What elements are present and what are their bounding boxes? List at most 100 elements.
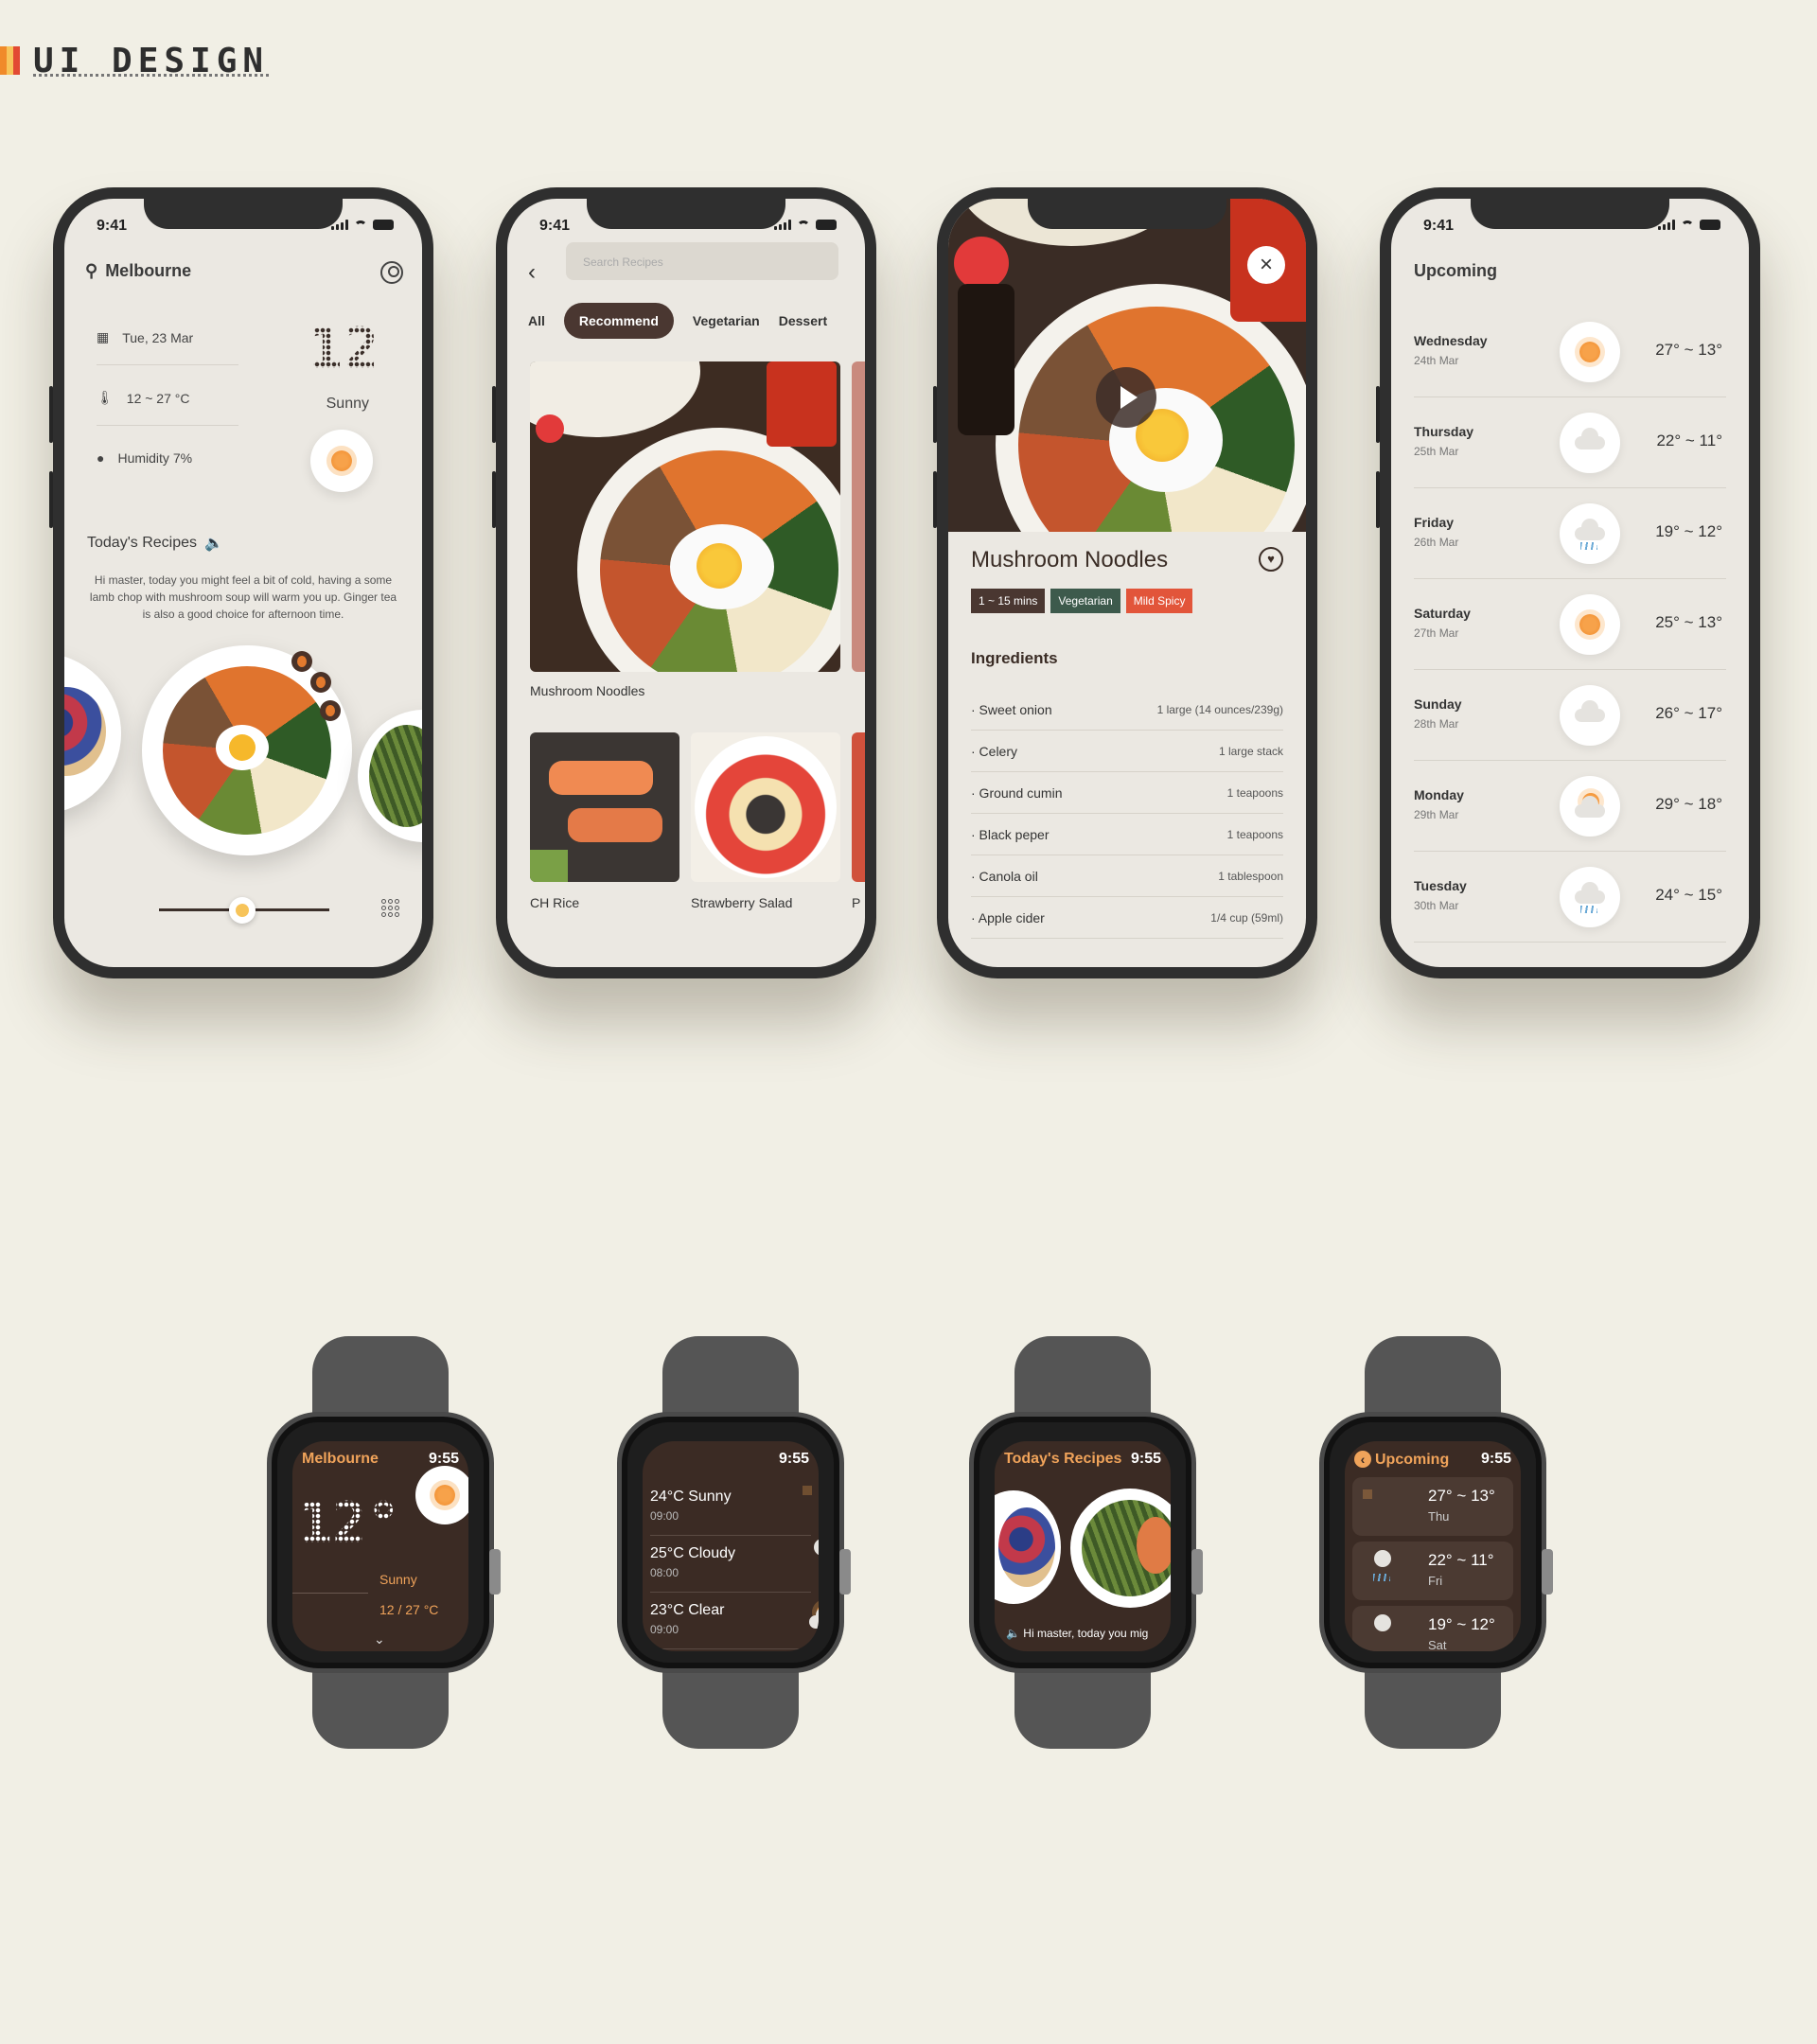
asparagus-plate-image[interactable]: [1070, 1489, 1171, 1608]
watch-forecast-row[interactable]: 27° ~ 13° Thu: [1352, 1477, 1513, 1536]
hourly-row[interactable]: 25°C Cloudy 08:00: [650, 1536, 811, 1593]
upcoming-screen: 9:41 Upcoming Wednesday 24th Mar 27° ~ 13°…: [1391, 199, 1749, 967]
forecast-row[interactable]: Wednesday 24th Mar 27° ~ 13°: [1414, 307, 1726, 397]
phone-home: 9:41 ⚲ Melbourne ▦ Tue, 23 Mar 🌡 12 ~ 27…: [49, 187, 433, 978]
ingredient-row: · Apple cider 1/4 cup (59ml): [971, 897, 1283, 939]
featured-recipe-image[interactable]: [530, 361, 840, 672]
hourly-row[interactable]: 24°C Sunny 09:00: [650, 1479, 811, 1536]
hourly-list: 24°C Sunny 09:00 25°C Cloudy 08:00 23°C Cl…: [650, 1479, 819, 1649]
forecast-row[interactable]: Thursday 25th Mar 22° ~ 11°: [1414, 397, 1726, 488]
speaker-icon[interactable]: 🔈: [1006, 1627, 1023, 1640]
chevron-down-icon[interactable]: ⌄: [374, 1631, 385, 1648]
spicy-level-icon: [310, 672, 331, 693]
wifi-icon: [1681, 220, 1694, 230]
watch-forecast-list: 27° ~ 13° Thu 22° ~ 11° Fri 19° ~ 12° Sat: [1352, 1477, 1513, 1651]
watch-case: Today's Recipes 9:55 🔈 Hi master, today …: [969, 1412, 1203, 1673]
watch-recipes: Today's Recipes 9:55 🔈 Hi master, today …: [969, 1336, 1203, 1749]
vegetarian-tag: Vegetarian: [1050, 589, 1120, 613]
notch: [1471, 199, 1669, 229]
watch-screen: ‹ Upcoming 9:55 27° ~ 13° Thu 22° ~ 11° Fri…: [1345, 1441, 1521, 1651]
status-time: 9:41: [97, 218, 128, 234]
big-temperature: 12: [308, 316, 380, 382]
forecast-row[interactable]: Tuesday 30th Mar 24° ~ 15°: [1414, 852, 1726, 943]
phone-recipe-detail: × Mushroom Noodles ♥ 1 ~ 15 mins Vegetar…: [933, 187, 1317, 978]
profile-icon[interactable]: [380, 261, 403, 284]
next-recipe-peek[interactable]: [852, 361, 865, 672]
ch-rice-image[interactable]: [530, 732, 679, 882]
thermometer-icon: 🌡: [97, 390, 114, 405]
ingredients-heading: Ingredients: [971, 649, 1058, 667]
notch: [587, 199, 785, 229]
divider: [292, 1593, 368, 1594]
watch-case: 9:55 24°C Sunny 09:00 25°C Cloudy 08:00 23…: [617, 1412, 851, 1673]
phone-browse: 9:41 ‹ Search Recipes All Recommend Vege…: [492, 187, 876, 978]
forecast-row[interactable]: Saturday 27th Mar 25° ~ 13°: [1414, 579, 1726, 670]
strawberry-salad-label: Strawberry Salad: [691, 895, 793, 910]
humidity-row: ● Humidity 7%: [97, 450, 238, 485]
partly-cloudy-icon: [1560, 776, 1620, 837]
watch-title: ‹ Upcoming: [1354, 1451, 1449, 1469]
watch-forecast-row[interactable]: 22° ~ 11° Fri: [1352, 1542, 1513, 1600]
play-video-button[interactable]: [1096, 367, 1156, 428]
rain-icon: [1560, 503, 1620, 564]
location-label: Melbourne: [105, 261, 192, 280]
battery-icon: [373, 220, 394, 230]
location-selector[interactable]: ⚲ Melbourne: [85, 261, 191, 281]
forecast-list: Wednesday 24th Mar 27° ~ 13° Thursday 25th …: [1414, 307, 1726, 943]
brand-bar-orange: [0, 46, 7, 75]
grid-menu-icon[interactable]: [381, 899, 399, 917]
strawberry-salad-image[interactable]: [691, 732, 840, 882]
detail-screen: × Mushroom Noodles ♥ 1 ~ 15 mins Vegetar…: [948, 199, 1306, 967]
tab-vegetarian[interactable]: Vegetarian: [693, 313, 760, 328]
search-input[interactable]: Search Recipes: [566, 242, 838, 280]
ingredient-row: · Black peper 1 teapoons: [971, 814, 1283, 855]
sun-icon: [1560, 322, 1620, 382]
home-screen: 9:41 ⚲ Melbourne ▦ Tue, 23 Mar 🌡 12 ~ 27…: [64, 199, 422, 967]
back-arrow-icon[interactable]: ‹: [528, 259, 536, 286]
tab-recommend[interactable]: Recommend: [563, 303, 674, 339]
berry-bowl-image[interactable]: [995, 1490, 1061, 1604]
wifi-icon: [797, 220, 810, 230]
forecast-row[interactable]: Sunday 28th Mar 26° ~ 17°: [1414, 670, 1726, 761]
recipe-video-thumbnail[interactable]: [948, 199, 1306, 532]
speaker-icon[interactable]: 🔈: [204, 534, 223, 553]
status-time: 9:41: [539, 218, 571, 234]
cloud-icon: [1560, 413, 1620, 473]
upcoming-heading: Upcoming: [1414, 261, 1497, 280]
close-icon[interactable]: ×: [1247, 246, 1285, 284]
spicy-tag: Mild Spicy: [1125, 589, 1193, 613]
ingredient-row: · Ground cumin 1 teapoons: [971, 772, 1283, 814]
ingredients-list: · Sweet onion 1 large (14 ounces/239g) · …: [971, 689, 1283, 939]
watch-screen: Today's Recipes 9:55 🔈 Hi master, today …: [995, 1441, 1171, 1651]
hourly-row[interactable]: 23°C Clear 09:00: [650, 1593, 819, 1649]
favorite-heart-icon[interactable]: ♥: [1259, 547, 1283, 572]
date-label: Tue, 23 Mar: [122, 329, 194, 345]
watch-upcoming: ‹ Upcoming 9:55 27° ~ 13° Thu 22° ~ 11° Fri…: [1319, 1336, 1553, 1749]
tab-all[interactable]: All: [528, 313, 545, 328]
wifi-icon: [354, 220, 367, 230]
watch-title: Today's Recipes: [1004, 1451, 1122, 1467]
temperature-row: 🌡 12 ~ 27 °C: [97, 390, 238, 426]
rain-icon: [1560, 867, 1620, 927]
tab-dessert[interactable]: Dessert: [779, 313, 827, 328]
recipe-slider-knob[interactable]: [229, 897, 256, 924]
next-item-peek[interactable]: [852, 732, 865, 882]
signal-icon: [774, 220, 791, 230]
digital-crown[interactable]: [1191, 1549, 1203, 1595]
digital-crown[interactable]: [839, 1549, 851, 1595]
ingredient-row: · Celery 1 large stack: [971, 731, 1283, 772]
berry-bowl-image[interactable]: [64, 653, 121, 814]
asparagus-plate-image[interactable]: [358, 710, 422, 842]
time-tag: 1 ~ 15 mins: [971, 589, 1046, 613]
watch-forecast-row[interactable]: 19° ~ 12° Sat: [1352, 1606, 1513, 1651]
forecast-row[interactable]: Monday 29th Mar 29° ~ 18°: [1414, 761, 1726, 852]
digital-crown[interactable]: [1542, 1549, 1553, 1595]
ingredient-row: · Canola oil 1 tablespoon: [971, 855, 1283, 897]
featured-recipe-label: Mushroom Noodles: [530, 683, 645, 698]
pin-icon: ⚲: [85, 261, 98, 280]
date-row: ▦ Tue, 23 Mar: [97, 329, 238, 365]
back-icon[interactable]: ‹: [1354, 1451, 1371, 1468]
status-time: 9:41: [1423, 218, 1455, 234]
digital-crown[interactable]: [489, 1549, 501, 1595]
forecast-row[interactable]: Friday 26th Mar 19° ~ 12°: [1414, 488, 1726, 579]
